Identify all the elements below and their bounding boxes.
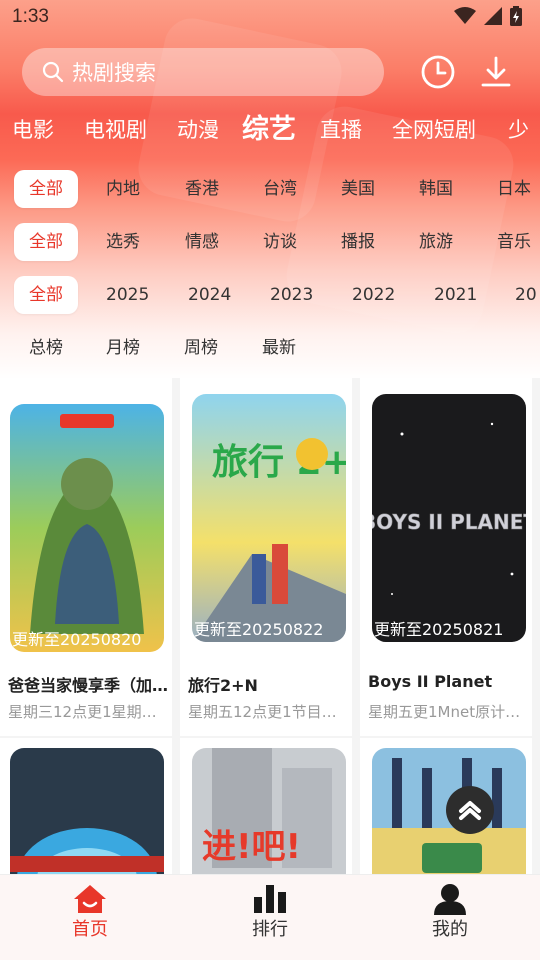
filter-region-item[interactable]: 日本 xyxy=(497,170,531,208)
tab-ranking-label: 排行 xyxy=(252,919,288,940)
history-icon[interactable] xyxy=(418,52,458,92)
filter-region-item[interactable]: 台湾 xyxy=(263,170,297,208)
status-time: 1:33 xyxy=(12,6,49,27)
rank-tab-weekly[interactable]: 周榜 xyxy=(184,328,218,368)
search-icon xyxy=(42,61,64,83)
filter-region-item[interactable]: 香港 xyxy=(185,170,219,208)
show-card[interactable]: BOYS II PLANET 更新至20250821 Boys II Plane… xyxy=(360,378,532,736)
filter-type-item[interactable]: 播报 xyxy=(341,223,375,261)
rank-tab-monthly[interactable]: 月榜 xyxy=(106,328,140,368)
category-tabs: 电影 电视剧 动漫 综艺 直播 全网短剧 少 xyxy=(0,110,540,150)
tab-more[interactable]: 少 xyxy=(508,110,529,150)
tab-mine[interactable]: 我的 xyxy=(360,875,540,951)
filter-year-item[interactable]: 2021 xyxy=(434,276,477,314)
filter-type-item[interactable]: 访谈 xyxy=(263,223,297,261)
tab-home-label: 首页 xyxy=(72,919,108,940)
show-subtitle: 星期五12点更1节目… xyxy=(188,703,337,721)
tab-live[interactable]: 直播 xyxy=(320,110,362,150)
filter-type-item[interactable]: 情感 xyxy=(185,223,219,261)
filter-type-item[interactable]: 音乐 xyxy=(497,223,531,261)
tab-anime[interactable]: 动漫 xyxy=(177,110,219,150)
update-label: 更新至20250820 xyxy=(12,630,142,649)
search-bar[interactable]: 热剧搜索 xyxy=(22,48,384,96)
scroll-top-button[interactable] xyxy=(446,786,494,834)
filter-year-item[interactable]: 2025 xyxy=(106,276,149,314)
tab-ranking[interactable]: 排行 xyxy=(180,875,360,951)
filter-year-item[interactable]: 20 xyxy=(515,276,537,314)
show-title: Boys II Planet xyxy=(368,672,493,691)
filter-region-item[interactable]: 内地 xyxy=(106,170,140,208)
filter-region-item[interactable]: 美国 xyxy=(341,170,375,208)
tab-tv-series[interactable]: 电视剧 xyxy=(84,110,147,150)
show-subtitle: 星期三12点更1星期… xyxy=(8,703,157,721)
tab-short-drama[interactable]: 全网短剧 xyxy=(392,110,476,150)
poster-art: 旅行 2+N xyxy=(192,394,346,642)
chevron-up-icon xyxy=(459,801,481,820)
app-screen: 1:33 热剧搜索 电影 电视剧 动漫 综艺 直播 全网短剧 少 全部 内地 香… xyxy=(0,0,540,960)
tab-movie[interactable]: 电影 xyxy=(12,110,54,150)
poster: BOYS II PLANET 更新至20250821 xyxy=(372,394,526,642)
system-nav-area xyxy=(0,950,540,960)
update-label: 更新至20250822 xyxy=(194,620,324,639)
user-icon xyxy=(434,884,466,915)
filter-region-item[interactable]: 韩国 xyxy=(419,170,453,208)
battery-icon xyxy=(510,6,522,26)
poster: 更新至20250820 xyxy=(10,404,164,652)
filter-type-item[interactable]: 选秀 xyxy=(106,223,140,261)
filter-year-all[interactable]: 全部 xyxy=(14,276,78,314)
poster-art: BOYS II PLANET xyxy=(372,394,526,642)
show-subtitle: 星期五更1Mnet原计… xyxy=(368,703,521,721)
show-card[interactable]: 旅行 2+N 更新至20250822 旅行2+N 星期五12点更1节目… xyxy=(180,378,352,736)
poster-art xyxy=(10,404,164,652)
show-title: 爸爸当家慢享季（加… xyxy=(8,676,169,695)
filter-year-item[interactable]: 2022 xyxy=(352,276,395,314)
filter-type: 全部 选秀 情感 访谈 播报 旅游 音乐 xyxy=(0,223,540,263)
tab-mine-label: 我的 xyxy=(432,919,468,940)
poster: 旅行 2+N 更新至20250822 xyxy=(192,394,346,642)
filter-year-item[interactable]: 2024 xyxy=(188,276,231,314)
download-icon[interactable] xyxy=(476,52,516,92)
show-card[interactable]: 更新至20250820 爸爸当家慢享季（加… 星期三12点更1星期… xyxy=(0,378,172,736)
filter-type-all[interactable]: 全部 xyxy=(14,223,78,261)
filter-type-item[interactable]: 旅游 xyxy=(419,223,453,261)
home-icon xyxy=(74,885,106,913)
bar-chart-icon xyxy=(254,885,286,913)
filter-year: 全部 2025 2024 2023 2022 2021 20 xyxy=(0,276,540,316)
tab-variety[interactable]: 综艺 xyxy=(242,110,296,150)
poster-enter-text: 进!吧! xyxy=(202,827,301,867)
rank-tabs: 总榜 月榜 周榜 最新 xyxy=(0,328,540,368)
poster-boys-text: BOYS II PLANET xyxy=(372,510,526,534)
filter-region-all[interactable]: 全部 xyxy=(14,170,78,208)
rank-tab-latest[interactable]: 最新 xyxy=(262,328,296,368)
wifi-icon xyxy=(454,7,476,24)
status-bar: 1:33 xyxy=(0,0,540,34)
status-icons xyxy=(454,6,522,26)
signal-icon xyxy=(484,7,502,25)
show-title: 旅行2+N xyxy=(188,676,258,695)
search-placeholder: 热剧搜索 xyxy=(72,61,156,85)
rank-tab-overall[interactable]: 总榜 xyxy=(29,328,63,368)
bottom-tab-bar: 首页 排行 我的 xyxy=(0,874,540,950)
update-label: 更新至20250821 xyxy=(374,620,504,639)
filter-year-item[interactable]: 2023 xyxy=(270,276,313,314)
tab-home[interactable]: 首页 xyxy=(0,875,180,951)
filter-region: 全部 内地 香港 台湾 美国 韩国 日本 xyxy=(0,170,540,210)
